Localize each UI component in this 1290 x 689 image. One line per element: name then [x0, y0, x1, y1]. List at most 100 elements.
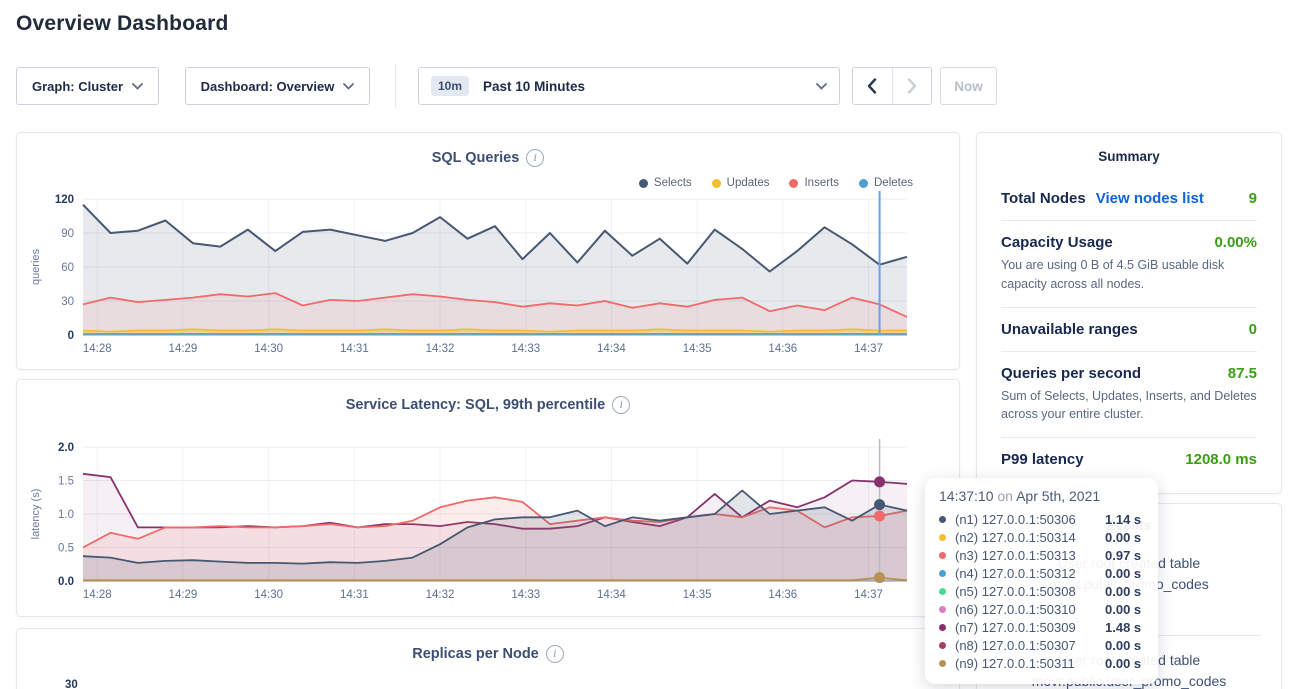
svg-text:14:37: 14:37	[854, 589, 883, 601]
svg-text:2.0: 2.0	[58, 442, 74, 454]
qps-description: Sum of Selects, Updates, Inserts, and De…	[1001, 387, 1257, 425]
node-address: (n4) 127.0.0.1:50312	[955, 566, 1105, 581]
svg-text:14:36: 14:36	[768, 343, 797, 355]
summary-row-total-nodes: Total Nodes View nodes list 9	[1001, 177, 1257, 220]
svg-text:0.5: 0.5	[58, 543, 74, 555]
svg-text:14:32: 14:32	[426, 343, 455, 355]
time-next-button[interactable]	[892, 68, 932, 104]
unavailable-ranges-label: Unavailable ranges	[1001, 321, 1138, 338]
node-latency-value: 0.00 s	[1105, 584, 1141, 599]
summary-row-p99: P99 latency 1208.0 ms	[1001, 437, 1257, 481]
node-address: (n7) 127.0.0.1:50309	[955, 620, 1105, 635]
node-latency-value: 0.00 s	[1105, 602, 1141, 617]
graph-dropdown-label: Graph: Cluster	[32, 79, 123, 94]
chart-tooltip: 14:37:10 on Apr 5th, 2021 (n1) 127.0.0.1…	[925, 478, 1158, 684]
summary-row-capacity: Capacity Usage 0.00% You are using 0 B o…	[1001, 220, 1257, 307]
node-color-dot-icon	[939, 624, 946, 631]
chevron-down-icon	[343, 83, 354, 90]
svg-text:14:35: 14:35	[683, 343, 712, 355]
replicas-per-node-title: Replicas per Node i	[17, 645, 959, 663]
time-range-badge: 10m	[431, 76, 469, 96]
tooltip-row: (n4) 127.0.0.1:503120.00 s	[939, 564, 1144, 582]
summary-row-qps: Queries per second 87.5 Sum of Selects, …	[1001, 351, 1257, 438]
node-address: (n8) 127.0.0.1:50307	[955, 638, 1105, 653]
svg-text:0: 0	[68, 330, 74, 342]
total-nodes-value: 9	[1249, 190, 1257, 207]
node-color-dot-icon	[939, 660, 946, 667]
node-color-dot-icon	[939, 642, 946, 649]
tooltip-row: (n9) 127.0.0.1:503110.00 s	[939, 654, 1144, 672]
svg-text:90: 90	[61, 228, 74, 240]
qps-value: 87.5	[1228, 365, 1257, 382]
node-color-dot-icon	[939, 516, 946, 523]
node-color-dot-icon	[939, 552, 946, 559]
node-color-dot-icon	[939, 534, 946, 541]
capacity-usage-value: 0.00%	[1214, 234, 1257, 251]
svg-text:14:32: 14:32	[426, 589, 455, 601]
svg-text:14:33: 14:33	[511, 589, 540, 601]
svg-text:14:30: 14:30	[254, 589, 283, 601]
node-latency-value: 0.00 s	[1105, 656, 1141, 671]
service-latency-chart[interactable]: 14:2814:2914:3014:3114:3214:3314:3414:35…	[17, 380, 961, 618]
svg-text:14:29: 14:29	[169, 589, 198, 601]
now-button[interactable]: Now	[940, 67, 997, 105]
svg-text:14:34: 14:34	[597, 343, 626, 355]
p99-latency-label: P99 latency	[1001, 451, 1084, 468]
tooltip-row: (n7) 127.0.0.1:503091.48 s	[939, 618, 1144, 636]
node-address: (n5) 127.0.0.1:50308	[955, 584, 1105, 599]
p99-latency-value: 1208.0 ms	[1185, 451, 1257, 468]
total-nodes-label: Total Nodes	[1001, 190, 1086, 207]
node-latency-value: 0.00 s	[1105, 530, 1141, 545]
view-nodes-list-link[interactable]: View nodes list	[1096, 190, 1204, 207]
node-color-dot-icon	[939, 606, 946, 613]
time-step-buttons	[852, 67, 932, 105]
y-axis-tick: 30	[65, 679, 78, 689]
dashboard-dropdown[interactable]: Dashboard: Overview	[185, 67, 370, 105]
svg-text:14:33: 14:33	[511, 343, 540, 355]
summary-row-unavailable-ranges: Unavailable ranges 0	[1001, 307, 1257, 351]
svg-text:14:31: 14:31	[340, 589, 369, 601]
node-address: (n1) 127.0.0.1:50306	[955, 512, 1105, 527]
svg-text:14:30: 14:30	[254, 343, 283, 355]
sql-queries-card: SQL Queries i SelectsUpdatesInsertsDelet…	[16, 132, 960, 370]
svg-text:14:28: 14:28	[83, 343, 112, 355]
svg-text:1.0: 1.0	[58, 509, 74, 521]
controls-divider	[395, 64, 396, 108]
svg-text:14:35: 14:35	[683, 589, 712, 601]
page-title: Overview Dashboard	[16, 12, 229, 36]
replicas-per-node-card: Replicas per Node i 30	[16, 628, 960, 689]
svg-text:14:37: 14:37	[854, 343, 883, 355]
node-color-dot-icon	[939, 588, 946, 595]
capacity-usage-label: Capacity Usage	[1001, 234, 1113, 251]
node-latency-value: 0.00 s	[1105, 566, 1141, 581]
time-prev-button[interactable]	[853, 68, 892, 104]
sql-queries-chart[interactable]: 14:2814:2914:3014:3114:3214:3314:3414:35…	[17, 133, 961, 371]
summary-panel: Summary Total Nodes View nodes list 9 Ca…	[976, 132, 1282, 494]
chevron-down-icon	[132, 83, 143, 90]
qps-label: Queries per second	[1001, 365, 1141, 382]
summary-heading: Summary	[1001, 133, 1257, 177]
overview-dashboard-page: Overview Dashboard Graph: Cluster Dashbo…	[0, 0, 1290, 689]
chevron-left-icon	[867, 78, 877, 94]
svg-text:120: 120	[55, 194, 74, 206]
capacity-usage-description: You are using 0 B of 4.5 GiB usable disk…	[1001, 256, 1257, 294]
svg-text:14:28: 14:28	[83, 589, 112, 601]
node-color-dot-icon	[939, 570, 946, 577]
tooltip-row: (n5) 127.0.0.1:503080.00 s	[939, 582, 1144, 600]
svg-text:1.5: 1.5	[58, 476, 74, 488]
time-range-selector[interactable]: 10m Past 10 Minutes	[418, 67, 840, 105]
svg-text:14:31: 14:31	[340, 343, 369, 355]
svg-text:0.0: 0.0	[58, 576, 74, 588]
node-latency-value: 0.97 s	[1105, 548, 1141, 563]
graph-dropdown[interactable]: Graph: Cluster	[16, 67, 159, 105]
node-latency-value: 1.48 s	[1105, 620, 1141, 635]
tooltip-rows: (n1) 127.0.0.1:503061.14 s(n2) 127.0.0.1…	[939, 510, 1144, 672]
tooltip-timestamp: 14:37:10 on Apr 5th, 2021	[939, 488, 1144, 504]
svg-text:30: 30	[61, 296, 74, 308]
chevron-right-icon	[907, 78, 917, 94]
dashboard-dropdown-label: Dashboard: Overview	[201, 79, 335, 94]
node-latency-value: 1.14 s	[1105, 512, 1141, 527]
tooltip-row: (n1) 127.0.0.1:503061.14 s	[939, 510, 1144, 528]
svg-text:60: 60	[61, 262, 74, 274]
info-icon[interactable]: i	[546, 645, 564, 663]
